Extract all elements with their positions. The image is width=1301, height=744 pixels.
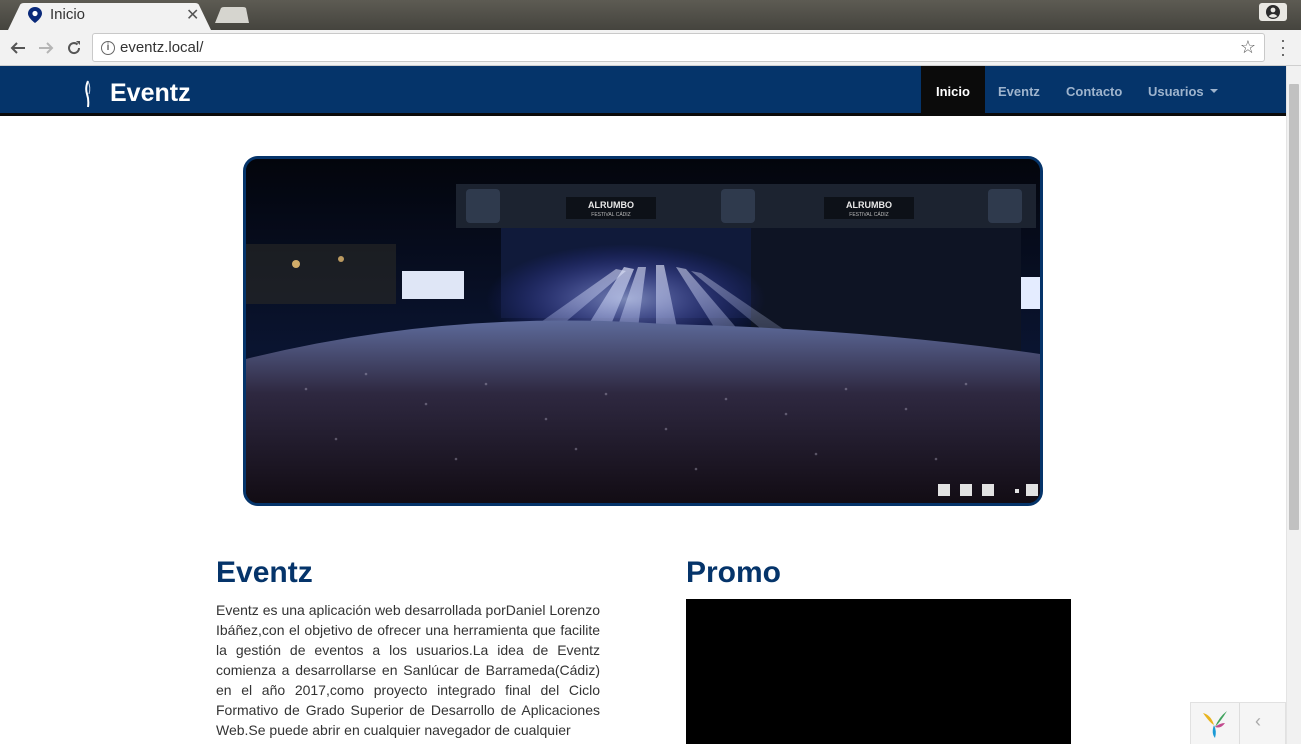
nav-item-inicio[interactable]: Inicio bbox=[921, 66, 985, 116]
browser-menu-icon[interactable]: · · · bbox=[1276, 31, 1290, 63]
carousel-indicator[interactable] bbox=[1026, 484, 1038, 496]
new-tab-button[interactable] bbox=[215, 7, 249, 23]
brand-title[interactable]: Eventz bbox=[110, 79, 191, 108]
brand-logo-icon bbox=[85, 80, 91, 108]
forward-icon[interactable] bbox=[35, 37, 57, 59]
scrollbar-thumb[interactable] bbox=[1289, 84, 1299, 530]
address-bar[interactable]: i eventz.local/ ☆ bbox=[92, 33, 1265, 62]
about-heading: Eventz bbox=[216, 556, 313, 589]
reload-icon[interactable] bbox=[63, 37, 85, 59]
tab-favicon-icon bbox=[28, 7, 42, 23]
svg-text:FESTIVAL CÁDIZ: FESTIVAL CÁDIZ bbox=[591, 211, 630, 218]
info-icon[interactable]: i bbox=[101, 41, 115, 55]
debug-toolbar[interactable]: ‹ bbox=[1190, 702, 1286, 744]
back-icon[interactable] bbox=[7, 37, 29, 59]
page-scrollbar[interactable] bbox=[1286, 66, 1301, 744]
nav-item-eventz[interactable]: Eventz bbox=[983, 66, 1055, 116]
svg-text:ALRUMBO: ALRUMBO bbox=[846, 200, 892, 210]
site-navbar: Eventz Inicio Eventz Contacto Usuarios bbox=[0, 66, 1286, 116]
about-text: Eventz es una aplicación web desarrollad… bbox=[216, 602, 600, 738]
page-viewport: Eventz Inicio Eventz Contacto Usuarios A… bbox=[0, 66, 1286, 744]
url-text: eventz.local/ bbox=[120, 39, 204, 56]
nav-item-usuarios[interactable]: Usuarios bbox=[1133, 66, 1233, 116]
caret-down-icon bbox=[1209, 89, 1218, 93]
divider bbox=[1239, 703, 1240, 744]
chevron-left-icon[interactable]: ‹ bbox=[1255, 711, 1261, 732]
nav-item-label: Inicio bbox=[936, 83, 970, 99]
carousel-slide-image: ALRUMBO FESTIVAL CÁDIZ ALRUMBO FESTIVAL … bbox=[246, 159, 1040, 503]
carousel-indicator[interactable] bbox=[960, 484, 972, 496]
nav-item-label: Contacto bbox=[1066, 83, 1123, 99]
hero-carousel[interactable]: ALRUMBO FESTIVAL CÁDIZ ALRUMBO FESTIVAL … bbox=[243, 156, 1043, 506]
user-icon bbox=[1266, 5, 1280, 19]
nav-item-label: Usuarios bbox=[1148, 83, 1204, 99]
yii-logo-icon[interactable] bbox=[1201, 709, 1229, 739]
tab-close-icon[interactable]: ✕ bbox=[186, 5, 199, 25]
promo-heading: Promo bbox=[686, 556, 782, 589]
tab-title: Inicio bbox=[50, 6, 86, 23]
carousel-indicator-active[interactable] bbox=[1015, 489, 1019, 493]
profile-button[interactable] bbox=[1259, 3, 1287, 21]
browser-toolbar: i eventz.local/ ☆ · · · bbox=[0, 30, 1301, 66]
promo-video[interactable] bbox=[686, 599, 1071, 744]
carousel-indicator[interactable] bbox=[938, 484, 950, 496]
browser-tabstrip: Inicio ✕ bbox=[0, 0, 1301, 30]
nav-item-label: Eventz bbox=[998, 83, 1040, 99]
bookmark-star-icon[interactable]: ☆ bbox=[1240, 37, 1256, 58]
nav-item-contacto[interactable]: Contacto bbox=[1051, 66, 1137, 116]
svg-text:FESTIVAL CÁDIZ: FESTIVAL CÁDIZ bbox=[849, 211, 888, 218]
svg-text:ALRUMBO: ALRUMBO bbox=[588, 200, 634, 210]
carousel-indicator[interactable] bbox=[982, 484, 994, 496]
